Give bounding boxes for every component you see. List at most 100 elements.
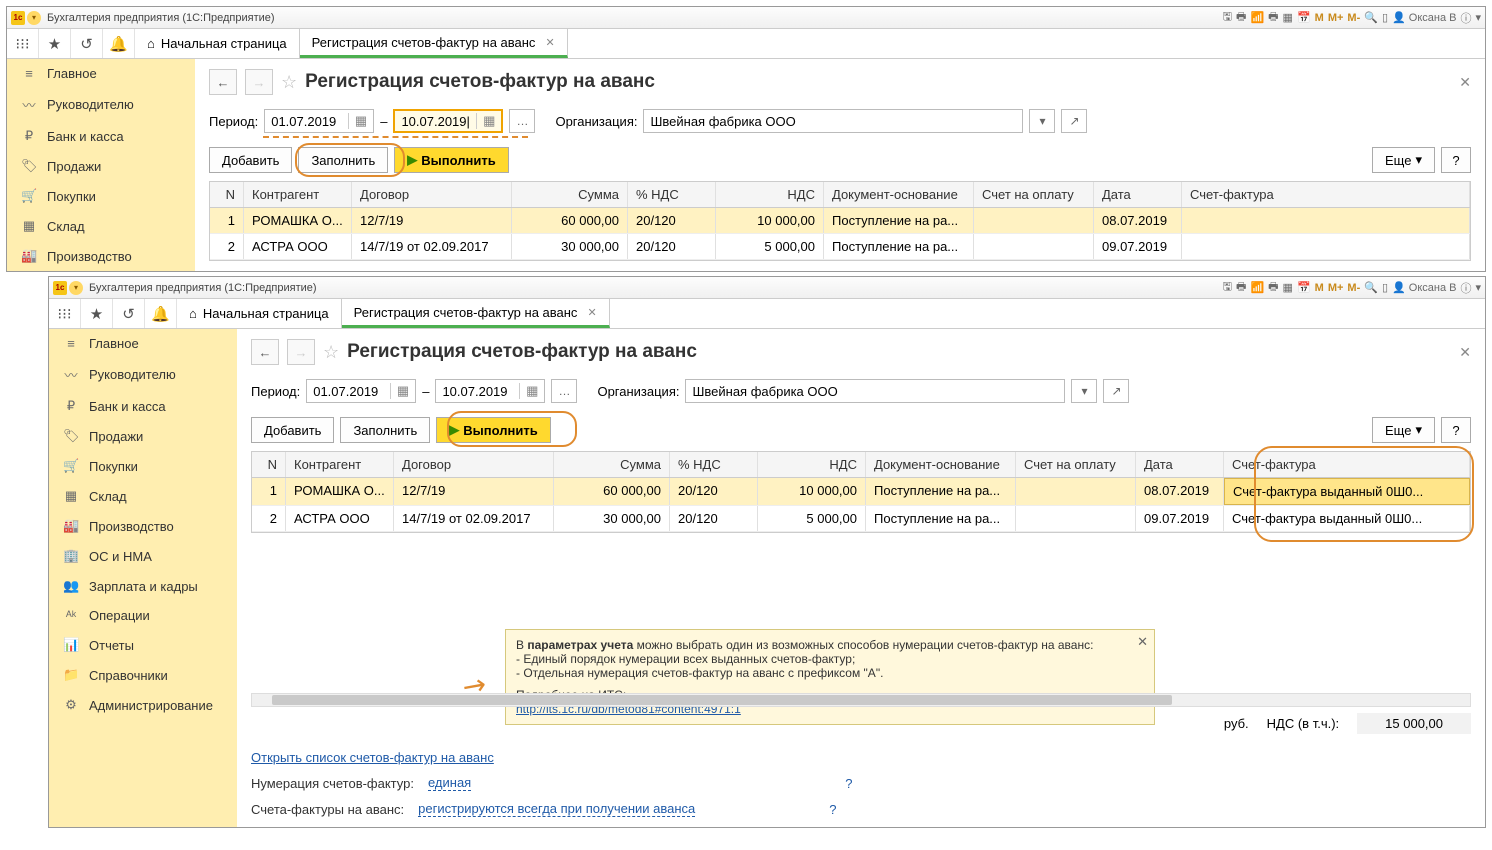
sidebar-sales[interactable]: 🏷Продажи [7, 151, 195, 181]
tool-icon[interactable]: ▯ [1382, 281, 1388, 294]
sidebar-sales[interactable]: 🏷Продажи [49, 421, 237, 451]
help-icon[interactable]: ? [829, 802, 836, 817]
close-icon[interactable]: ✕ [1137, 634, 1148, 650]
apps-icon[interactable]: ⁝⁝⁝ [7, 29, 39, 58]
tab-registration[interactable]: Регистрация счетов-фактур на аванс ✕ [300, 29, 568, 58]
sidebar-prod[interactable]: 🏭Производство [49, 511, 237, 541]
calendar-icon[interactable]: ▦ [390, 383, 409, 399]
run-button[interactable]: ▶Выполнить [394, 147, 508, 173]
table-row[interactable]: 1 РОМАШКА О... 12/7/19 60 000,00 20/120 … [252, 478, 1470, 506]
info-icon[interactable]: ⓘ [1460, 280, 1471, 296]
sidebar-zp[interactable]: 👥Зарплата и кадры [49, 571, 237, 601]
tool-icon[interactable]: 📶 [1250, 11, 1264, 24]
sidebar-bank[interactable]: ₽Банк и касса [7, 121, 195, 151]
org-open-button[interactable]: ↗ [1061, 109, 1087, 133]
open-sf-list-link[interactable]: Открыть список счетов-фактур на аванс [251, 750, 494, 765]
calendar-icon[interactable]: ▦ [348, 113, 367, 129]
tool-icon[interactable]: 🖫 [1223, 8, 1232, 27]
tool-icon[interactable]: 🖶 [1268, 278, 1278, 297]
help-button[interactable]: ? [1441, 417, 1471, 443]
close-page-icon[interactable]: ✕ [1459, 74, 1471, 91]
tool-icon[interactable]: ▦ [1283, 11, 1293, 24]
info-icon[interactable]: ⓘ [1460, 10, 1471, 26]
user-label[interactable]: 👤 Оксана В [1392, 281, 1456, 294]
more-button[interactable]: Еще ▾ [1372, 147, 1435, 173]
period-picker-button[interactable]: … [509, 109, 535, 133]
tab-registration[interactable]: Регистрация счетов-фактур на аванс ✕ [342, 299, 610, 328]
period-picker-button[interactable]: … [551, 379, 577, 403]
sidebar-os[interactable]: 🏢ОС и НМА [49, 541, 237, 571]
fwd-button[interactable]: → [245, 69, 273, 95]
star-icon[interactable]: ★ [81, 299, 113, 328]
fav-icon[interactable]: ☆ [323, 342, 339, 363]
sidebar-reports[interactable]: 📊Отчеты [49, 630, 237, 660]
bell-icon[interactable]: 🔔 [145, 299, 177, 328]
sidebar-boss[interactable]: 〰Руководителю [49, 358, 237, 391]
org-open-button[interactable]: ↗ [1103, 379, 1129, 403]
sidebar-stock[interactable]: ▦Склад [7, 211, 195, 241]
sidebar-buy[interactable]: 🛒Покупки [7, 181, 195, 211]
tool-icon[interactable]: 📶 [1250, 281, 1264, 294]
tool-icon[interactable]: 🖶 [1268, 8, 1278, 27]
avans-link[interactable]: регистрируются всегда при получении аван… [418, 801, 695, 817]
tool-icon[interactable]: 🖶 [1236, 8, 1246, 27]
dropdown-icon[interactable]: ▾ [27, 11, 41, 25]
date-to[interactable]: 10.07.2019▦ [435, 379, 545, 403]
user-label[interactable]: 👤 Оксана В [1392, 11, 1456, 24]
close-icon[interactable]: ✕ [545, 36, 554, 49]
fwd-button[interactable]: → [287, 339, 315, 365]
calendar-icon[interactable]: ▦ [519, 383, 538, 399]
sidebar-main[interactable]: ≡Главное [49, 329, 237, 358]
mminus-icon[interactable]: M- [1347, 12, 1360, 24]
sidebar-boss[interactable]: 〰Руководителю [7, 88, 195, 121]
org-field[interactable]: Швейная фабрика ООО [685, 379, 1065, 403]
table-row[interactable]: 1 РОМАШКА О... 12/7/19 60 000,00 20/120 … [210, 208, 1470, 234]
fav-icon[interactable]: ☆ [281, 72, 297, 93]
sidebar-buy[interactable]: 🛒Покупки [49, 451, 237, 481]
bell-icon[interactable]: 🔔 [103, 29, 135, 58]
tool-icon[interactable]: ▯ [1382, 11, 1388, 24]
date-from[interactable]: 01.07.2019▦ [264, 109, 374, 133]
close-icon[interactable]: ✕ [587, 306, 596, 319]
tool-icon[interactable]: 🔍 [1364, 281, 1378, 294]
tool-icon[interactable]: 📅 [1297, 11, 1311, 24]
sidebar-admin[interactable]: ⚙Администрирование [49, 690, 237, 720]
sidebar-bank[interactable]: ₽Банк и касса [49, 391, 237, 421]
add-button[interactable]: Добавить [209, 147, 292, 173]
tool-icon[interactable]: 🖫 [1223, 278, 1232, 297]
tool-icon[interactable]: 🔍 [1364, 11, 1378, 24]
org-dd-button[interactable]: ▾ [1029, 109, 1055, 133]
apps-icon[interactable]: ⁝⁝⁝ [49, 299, 81, 328]
scrollbar[interactable] [251, 693, 1471, 707]
tab-home[interactable]: ⌂ Начальная страница [135, 29, 300, 58]
table-row[interactable]: 2 АСТРА ООО 14/7/19 от 02.09.2017 30 000… [210, 234, 1470, 260]
sidebar-prod[interactable]: 🏭Производство [7, 241, 195, 271]
sidebar-oper[interactable]: ᴬᵏОперации [49, 601, 237, 630]
more-button[interactable]: Еще ▾ [1372, 417, 1435, 443]
back-button[interactable]: ← [209, 69, 237, 95]
help-button[interactable]: ? [1441, 147, 1471, 173]
date-to[interactable]: 10.07.2019|▦ [393, 109, 503, 133]
fill-button[interactable]: Заполнить [340, 417, 430, 443]
mminus-icon[interactable]: M- [1347, 282, 1360, 294]
fill-button[interactable]: Заполнить [298, 147, 388, 173]
calendar-icon[interactable]: ▦ [476, 113, 495, 129]
m-icon[interactable]: M [1315, 282, 1324, 294]
run-button[interactable]: ▶Выполнить [436, 417, 550, 443]
star-icon[interactable]: ★ [39, 29, 71, 58]
mplus-icon[interactable]: M+ [1328, 12, 1344, 24]
menu-icon[interactable]: ▾ [1475, 11, 1481, 24]
m-icon[interactable]: M [1315, 12, 1324, 24]
help-icon[interactable]: ? [845, 776, 852, 791]
org-field[interactable]: Швейная фабрика ООО [643, 109, 1023, 133]
close-page-icon[interactable]: ✕ [1459, 344, 1471, 361]
date-from[interactable]: 01.07.2019▦ [306, 379, 416, 403]
org-dd-button[interactable]: ▾ [1071, 379, 1097, 403]
history-icon[interactable]: ↺ [113, 299, 145, 328]
history-icon[interactable]: ↺ [71, 29, 103, 58]
tab-home[interactable]: ⌂ Начальная страница [177, 299, 342, 328]
add-button[interactable]: Добавить [251, 417, 334, 443]
back-button[interactable]: ← [251, 339, 279, 365]
tool-icon[interactable]: 📅 [1297, 281, 1311, 294]
numbering-link[interactable]: единая [428, 775, 471, 791]
